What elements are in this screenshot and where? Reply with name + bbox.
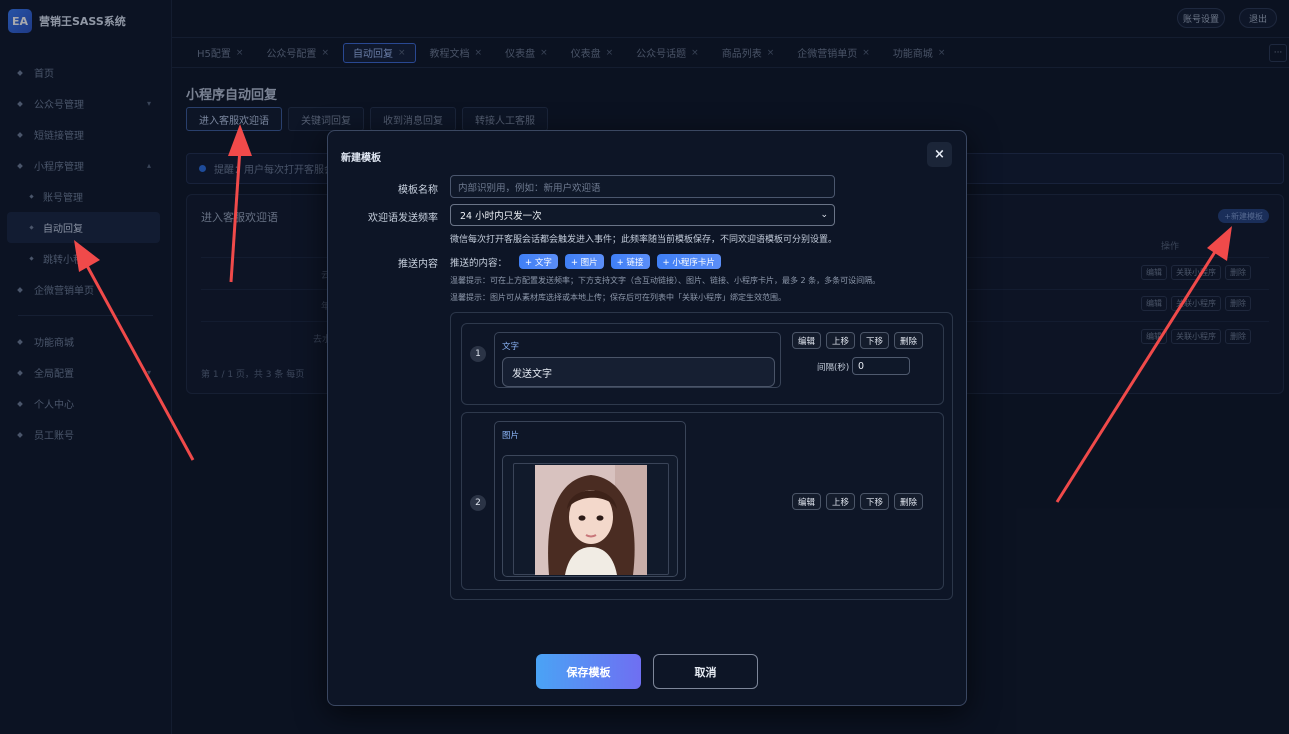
template-name-input[interactable]: 内部识别用，例如：新用户欢迎语 — [450, 175, 835, 198]
content-items-box: 1 文字 发送文字 编辑 上移 下移 删除 间隔(秒) 0 2 图片 编辑 上移… — [450, 312, 953, 600]
frequency-select[interactable]: 24 小时内只发一次 ⌄ — [450, 204, 835, 226]
tip-2: 温馨提示：图片可从素材库选择或本地上传；保存后可在列表中「关联小程序」绑定生效范… — [450, 293, 786, 302]
add-text-button[interactable]: + 文字 — [519, 254, 558, 269]
frequency-label: 欢迎语发送频率 — [368, 213, 438, 224]
portrait-illustration — [535, 465, 647, 575]
interval-label: 间隔(秒) — [817, 363, 850, 373]
image-content-box: 图片 — [494, 421, 686, 581]
add-mini-program-card-button[interactable]: + 小程序卡片 — [656, 254, 721, 269]
push-content-label: 推送内容 — [398, 259, 438, 270]
edit-button[interactable]: 编辑 — [792, 332, 822, 349]
move-up-button[interactable]: 上移 — [826, 493, 856, 510]
interval-input[interactable]: 0 — [852, 357, 910, 375]
save-template-button[interactable]: 保存模板 — [536, 654, 641, 689]
frequency-value: 24 小时内只发一次 — [460, 211, 542, 222]
text-content-input[interactable]: 发送文字 — [502, 357, 775, 387]
content-item-image: 2 图片 编辑 上移 下移 删除 — [461, 412, 944, 590]
item-index: 1 — [470, 346, 486, 362]
edit-button[interactable]: 编辑 — [792, 493, 822, 510]
content-item-text: 1 文字 发送文字 编辑 上移 下移 删除 间隔(秒) 0 — [461, 323, 944, 405]
template-name-label: 模板名称 — [398, 185, 438, 196]
tip-1: 温馨提示：可在上方配置发送频率；下方支持文字（含互动链接）、图片、链接、小程序卡… — [450, 276, 881, 285]
image-preview[interactable] — [513, 463, 669, 575]
close-icon[interactable]: × — [927, 142, 952, 167]
text-content-box: 文字 发送文字 — [494, 332, 781, 388]
delete-button[interactable]: 删除 — [894, 493, 924, 510]
portrait-image — [535, 465, 647, 575]
modal-title: 新建模板 — [341, 153, 381, 164]
move-down-button[interactable]: 下移 — [860, 332, 890, 349]
delete-button[interactable]: 删除 — [894, 332, 924, 349]
add-link-button[interactable]: + 链接 — [610, 254, 650, 269]
item-ops: 编辑 上移 下移 删除 — [792, 493, 924, 510]
push-content-row: 推送的内容： + 文字 + 图片 + 链接 + 小程序卡片 — [450, 254, 721, 269]
content-type-label: 图片 — [502, 431, 520, 441]
move-up-button[interactable]: 上移 — [826, 332, 856, 349]
push-sub-label: 推送的内容： — [450, 257, 508, 269]
add-image-button[interactable]: + 图片 — [564, 254, 604, 269]
content-type-label: 文字 — [502, 342, 520, 352]
new-template-modal: 新建模板 × 模板名称 内部识别用，例如：新用户欢迎语 欢迎语发送频率 24 小… — [327, 130, 967, 706]
chevron-down-icon: ⌄ — [820, 210, 828, 220]
item-ops: 编辑 上移 下移 删除 — [792, 332, 924, 349]
move-down-button[interactable]: 下移 — [860, 493, 890, 510]
frequency-hint: 微信每次打开客服会话都会触发进入事件；此频率随当前模板保存，不同欢迎语模板可分别… — [450, 235, 838, 245]
cancel-button[interactable]: 取消 — [653, 654, 758, 689]
item-index: 2 — [470, 495, 486, 511]
image-frame — [502, 455, 678, 577]
